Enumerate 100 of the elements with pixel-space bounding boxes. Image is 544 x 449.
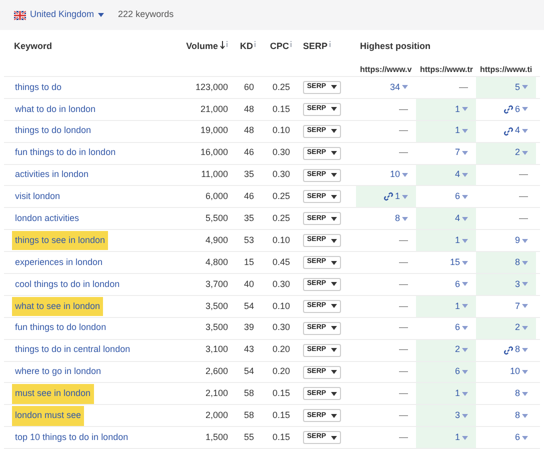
caret-icon: [522, 260, 528, 265]
position-value[interactable]: 6: [454, 278, 460, 292]
column-header[interactable]: Volume: [186, 40, 218, 54]
cpc-cell-text: 0.10: [272, 234, 290, 247]
keyword-link[interactable]: visit london: [12, 187, 64, 207]
caret-icon: [331, 414, 338, 418]
keyword-link[interactable]: experiences in london: [12, 252, 106, 272]
position-value[interactable]: —: [399, 300, 408, 314]
position-value[interactable]: 34: [390, 80, 400, 94]
caret-icon: [522, 85, 528, 90]
volume-cell-text: 2,600: [205, 365, 228, 378]
column-header: SERP: [303, 40, 328, 53]
cpc-cell-text: 0.15: [272, 409, 290, 422]
caret-icon: [462, 238, 468, 243]
position-value[interactable]: —: [399, 234, 408, 248]
position-value[interactable]: 9: [514, 234, 520, 248]
position-value[interactable]: 1: [454, 300, 460, 314]
keyword-link[interactable]: london activities: [12, 209, 82, 229]
position-value[interactable]: 6: [514, 430, 520, 444]
position-value[interactable]: 4: [454, 168, 460, 182]
keyword-link[interactable]: london must see: [12, 406, 84, 426]
position-value[interactable]: 7: [454, 146, 460, 160]
position-value[interactable]: 1: [454, 102, 460, 116]
position-value[interactable]: 6: [454, 190, 460, 204]
keyword-link[interactable]: cool things to do in london: [12, 274, 123, 294]
position-value[interactable]: —: [399, 343, 408, 357]
keyword-link[interactable]: what to see in london: [12, 296, 104, 316]
caret-icon: [402, 216, 408, 221]
kd-cell-text: 35: [244, 168, 254, 182]
position-value[interactable]: 4: [454, 212, 460, 226]
keyword-link[interactable]: top 10 things to do in london: [12, 428, 132, 448]
caret-icon: [522, 370, 528, 374]
position-value[interactable]: —: [399, 124, 408, 138]
position-value[interactable]: 8: [514, 409, 520, 423]
position-value[interactable]: 5: [514, 80, 520, 94]
volume-cell-text: 5,500: [205, 212, 228, 226]
caret-icon: [462, 151, 468, 156]
kd-cell-text: 48: [244, 124, 254, 138]
position-value[interactable]: —: [519, 212, 528, 226]
position-value[interactable]: —: [399, 365, 408, 379]
caret-icon: [331, 282, 338, 286]
position-value[interactable]: —: [399, 278, 408, 292]
kd-cell-text: 39: [244, 321, 254, 334]
kd-cell-text: 46: [244, 190, 254, 204]
position-value[interactable]: —: [399, 321, 408, 335]
position-value[interactable]: 6: [454, 365, 460, 379]
position-value[interactable]: 1: [394, 190, 400, 204]
position-value[interactable]: 10: [390, 168, 400, 182]
position-value[interactable]: —: [399, 430, 408, 444]
keyword-link[interactable]: things to do london: [12, 121, 94, 141]
position-value[interactable]: 8: [394, 212, 400, 226]
column-header: Highest position: [359, 40, 432, 53]
caret-icon: [462, 129, 468, 134]
keyword-link[interactable]: activities in london: [12, 165, 92, 185]
position-value[interactable]: —: [519, 168, 528, 182]
caret-icon: [331, 304, 338, 308]
kd-cell-text: 55: [244, 430, 254, 444]
position-value[interactable]: —: [399, 146, 408, 160]
position-value[interactable]: 1: [454, 387, 460, 401]
position-value[interactable]: —: [399, 256, 408, 270]
position-value[interactable]: 8: [514, 256, 520, 270]
position-value[interactable]: 8: [514, 387, 520, 401]
position-value[interactable]: 6: [514, 102, 520, 116]
volume-cell-text: 4,800: [205, 256, 228, 269]
volume-cell-text: 21,000: [200, 102, 228, 116]
position-value[interactable]: 2: [514, 321, 520, 335]
caret-icon: [462, 260, 468, 265]
position-value[interactable]: 3: [454, 409, 460, 423]
keyword-link[interactable]: fun things to do london: [12, 318, 110, 338]
position-value[interactable]: 4: [514, 124, 520, 138]
position-value[interactable]: 1: [454, 430, 460, 444]
volume-cell-text: 3,500: [205, 300, 228, 313]
keyword-link[interactable]: fun things to do in london: [12, 143, 119, 163]
position-value[interactable]: 7: [514, 300, 520, 314]
position-value[interactable]: 6: [454, 321, 460, 335]
position-value[interactable]: —: [399, 102, 408, 116]
position-value[interactable]: 8: [514, 343, 520, 357]
keyword-link[interactable]: things to do in central london: [12, 340, 134, 360]
position-value[interactable]: —: [399, 387, 408, 401]
caret-icon: [522, 304, 528, 308]
position-value[interactable]: —: [399, 409, 408, 423]
position-value[interactable]: 1: [454, 124, 460, 138]
keyword-link[interactable]: things to do: [12, 78, 65, 98]
position-value[interactable]: 2: [514, 146, 520, 160]
caret-icon: [522, 107, 528, 112]
position-value[interactable]: 3: [514, 278, 520, 292]
keyword-link[interactable]: where to go in london: [12, 362, 104, 382]
keyword-link[interactable]: must see in london: [12, 384, 94, 404]
position-value[interactable]: 2: [454, 343, 460, 357]
sort-down-icon: [220, 41, 225, 49]
position-value[interactable]: —: [519, 190, 528, 204]
position-value[interactable]: —: [459, 80, 468, 94]
country-dropdown[interactable]: United Kingdom: [14, 8, 104, 22]
caret-icon: [522, 282, 528, 286]
keyword-link[interactable]: what to do in london: [12, 100, 99, 120]
url-header: https://www.v: [359, 64, 413, 76]
position-value[interactable]: 10: [510, 365, 520, 379]
position-value[interactable]: 15: [450, 256, 460, 270]
keyword-link[interactable]: things to see in london: [12, 230, 108, 250]
position-value[interactable]: 1: [454, 234, 460, 248]
